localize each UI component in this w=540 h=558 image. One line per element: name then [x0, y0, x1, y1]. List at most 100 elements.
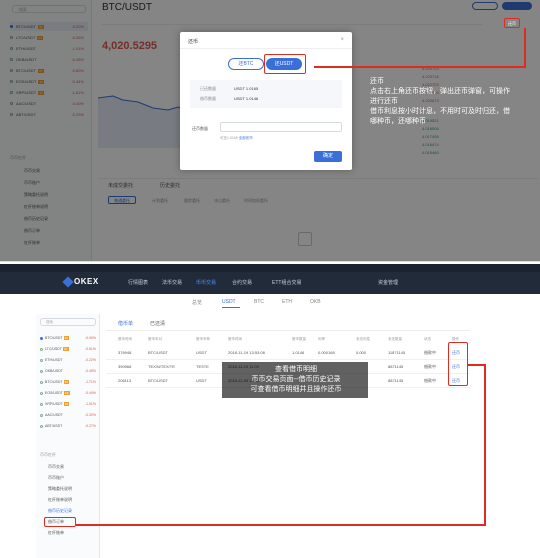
repay-all-link[interactable]: 全部还币 [239, 136, 253, 140]
bottom-screenshot: OKEX 行情图表 法币交易 币币交易 合约交易 ETT组合交易 资金管理 总览… [0, 264, 540, 558]
coin-change: -0.45% [84, 369, 96, 373]
table-cell: 390968 [118, 364, 132, 369]
table-header: 借币时间 [228, 337, 242, 341]
nav-item-2[interactable]: 币币交易 [196, 279, 216, 286]
table-cell: 206113 [118, 378, 132, 383]
menu-title-2: 币币杠杆 [40, 452, 56, 457]
tab-repay-btc[interactable]: 还BTC [228, 58, 264, 70]
coin-change: -0.22% [84, 358, 96, 362]
subtab-btc[interactable]: BTC [254, 299, 264, 305]
coin-name: BTC/USDT [45, 336, 63, 340]
coin-name: ETH/USDT [45, 358, 63, 362]
nav-item-3[interactable]: 合约交易 [232, 279, 252, 286]
coin-change: -0.32% [84, 413, 96, 417]
search-input-2[interactable]: 搜索 [40, 318, 96, 326]
amount-label: 还币数量 [192, 126, 208, 131]
interest-label: 借币数量 [200, 96, 216, 101]
coin-name: ABT/USDT [45, 424, 63, 428]
table-cell: 8871145 [388, 378, 404, 383]
coin-change: -1.51% [84, 402, 96, 406]
radio-icon [40, 347, 43, 351]
menu-item[interactable]: 杠杆账单 [48, 530, 64, 536]
table-cell: 借款中 [424, 364, 436, 369]
repay-column-highlight [448, 342, 468, 386]
coin-change: -0.90% [84, 336, 96, 340]
radio-icon [40, 413, 43, 417]
logo: OKEX [74, 277, 99, 286]
radio-icon [40, 358, 43, 362]
table-cell: 376948 [118, 350, 132, 355]
coin-item[interactable]: ETH/USDT -0.22% [40, 356, 98, 365]
usdt-tab-highlight [264, 54, 306, 74]
table-cell: 2018-11-19 13:53:08 [228, 350, 265, 355]
coin-name: LTC/USDT [45, 347, 62, 351]
radio-icon [40, 336, 43, 340]
table-header: 借币数量 [292, 337, 306, 341]
amount-hint: 可还1.0165 全部还币 [220, 136, 253, 140]
interest-value: USDT 1.0146 [234, 96, 259, 101]
table-header: 状态 [424, 337, 431, 341]
table-cell: 1.0146 [292, 350, 305, 355]
coin-change: -0.61% [84, 347, 96, 351]
coin-item[interactable]: BTC/USDT 3X -0.90% [40, 334, 98, 343]
nav-item-1[interactable]: 法币交易 [162, 279, 182, 286]
repay-modal: 还币 × 还BTC 还USDT 已还数量 USDT 1.0165 借币数量 US… [180, 32, 352, 170]
table-cell: USDT [196, 350, 207, 355]
subtab-okb[interactable]: OKB [310, 299, 321, 305]
coin-item[interactable]: LTC/USDT 3X -0.61% [40, 345, 98, 354]
coin-item[interactable]: EOS/USDT 3X -0.44% [40, 389, 98, 398]
radio-icon [40, 391, 43, 395]
close-icon[interactable]: × [340, 37, 344, 43]
annotation-line [314, 66, 526, 68]
table-cell: 0.000168 [318, 350, 335, 355]
table-header: 未还数量 [388, 337, 402, 341]
coin-item[interactable]: OKB/USDT -0.45% [40, 367, 98, 376]
subtab-eth[interactable]: ETH [282, 299, 292, 305]
coin-name: BTC/USDT [45, 380, 63, 384]
repay-button-highlight [504, 18, 520, 28]
coin-change: -1.71% [84, 380, 96, 384]
table-cell: 借款中 [424, 378, 436, 383]
table-cell: BTC/USDT [148, 350, 168, 355]
table-header: 借币币对 [148, 337, 162, 341]
coin-item[interactable]: BTC/USDT 3X -1.71% [40, 378, 98, 387]
tab-repaid[interactable]: 已还清 [150, 320, 165, 327]
nav-item-0[interactable]: 行情图表 [128, 279, 148, 286]
annotation-line-v [524, 28, 526, 67]
nav-item-4[interactable]: ETT组合交易 [272, 279, 301, 286]
coin-name: EOS/USDT [45, 391, 63, 395]
coin-name: OKB/USDT [45, 369, 63, 373]
annotation-text: 还币 点击右上角还币按钮，弹出还币弹窗，可操作 进行还币 借币利息按小时计息，不… [370, 77, 510, 125]
table-cell: BTC/USDT [148, 378, 168, 383]
radio-icon [40, 369, 43, 373]
leverage-tag: 3X [63, 380, 70, 384]
table-cell: TESTE [196, 364, 209, 369]
table-cell: USDT [196, 378, 207, 383]
table-header: 未还利息 [356, 337, 370, 341]
radio-icon [40, 402, 43, 406]
menu-item[interactable]: 币币交易 [48, 464, 64, 470]
annotation-text-2: 查看借币明细 币币交易页面--借币历史记录 可查看借币明细并且操作还币 [250, 365, 342, 393]
confirm-button[interactable]: 确定 [314, 151, 342, 162]
amount-input[interactable] [220, 122, 342, 132]
leverage-tag: 3X [63, 391, 70, 395]
subtab-usdt[interactable]: USDT [222, 299, 236, 305]
history-menu-highlight [44, 517, 76, 527]
menu-item[interactable]: 借币历史记录 [48, 508, 72, 514]
top-strip [0, 264, 540, 272]
coin-item[interactable]: XRP/USDT 3X -1.51% [40, 400, 98, 409]
subtab-overview[interactable]: 总览 [192, 299, 202, 306]
menu-item[interactable]: 币币账户 [48, 475, 64, 481]
leverage-tag: 3X [62, 347, 69, 351]
coin-name: XRP/USDT [45, 402, 63, 406]
repay-info: 已还数量 USDT 1.0165 借币数量 USDT 1.0146 [190, 80, 342, 108]
coin-item[interactable]: ABT/USDT -0.27% [40, 422, 98, 431]
asset-menu[interactable]: 资金管理 [378, 279, 398, 286]
coin-item[interactable]: AAC/USDT -0.32% [40, 411, 98, 420]
tab-borrow-orders[interactable]: 借币单 [118, 320, 133, 327]
menu-item[interactable]: 杠杆账单说明 [48, 497, 72, 503]
top-screenshot: 搜索 BTC/USDT 3X -0.20% LTC/USDT 3X -0.26% ETH/U… [0, 0, 540, 262]
table-cell: 借款中 [424, 350, 436, 355]
radio-icon [40, 424, 43, 428]
menu-item[interactable]: 策略委托说明 [48, 486, 72, 492]
